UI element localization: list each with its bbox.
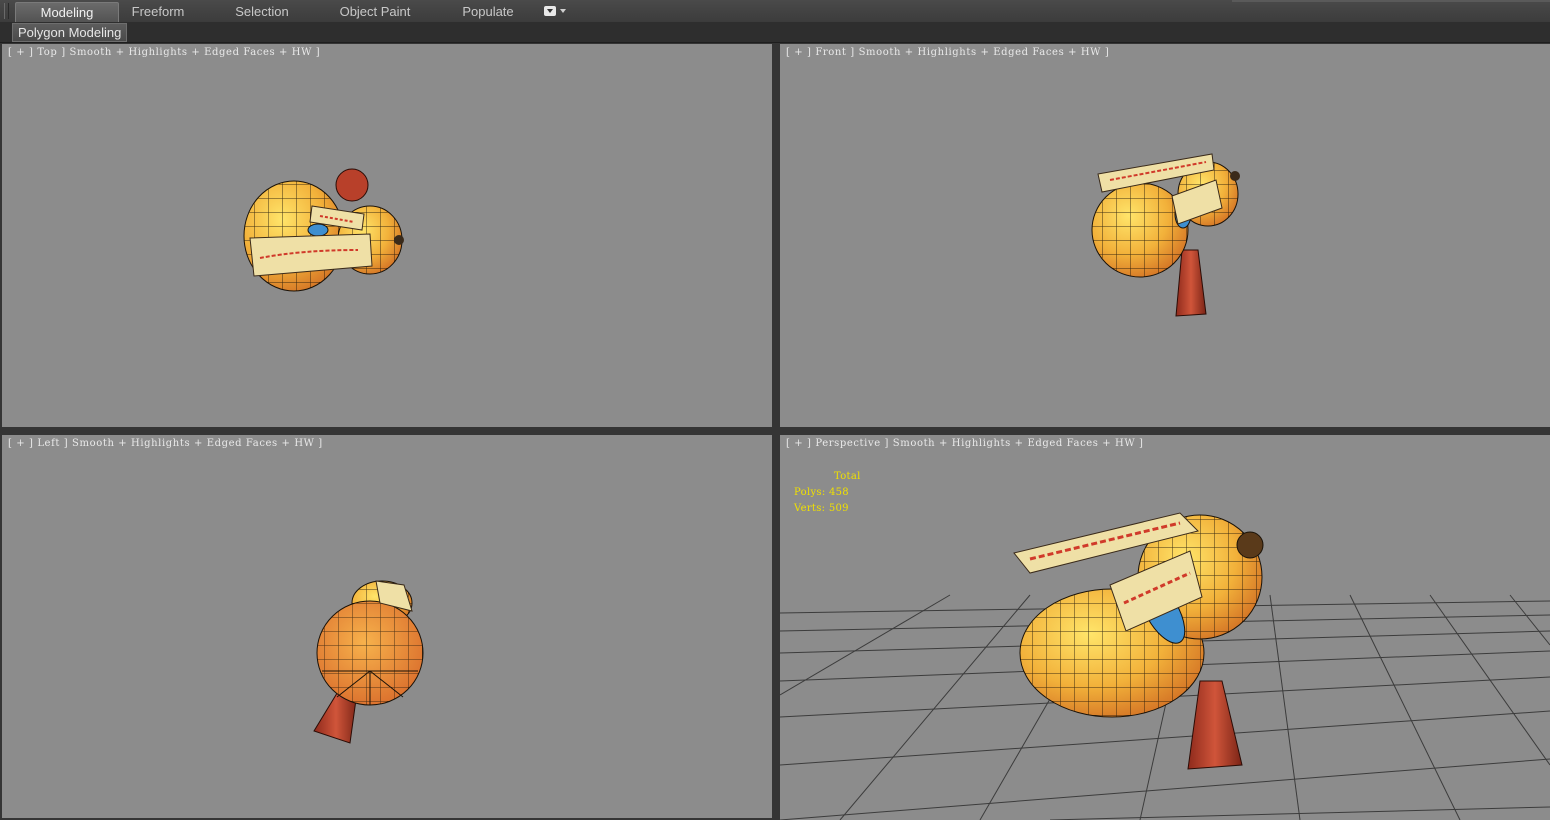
viewport-left[interactable]: [ + ] Left ] Smooth + Highlights + Edged… bbox=[2, 435, 772, 818]
tab-freeform[interactable]: Freeform bbox=[118, 2, 198, 21]
polygon-modeling-panel-button[interactable]: Polygon Modeling bbox=[12, 23, 128, 42]
gourd-model-front bbox=[1091, 153, 1240, 317]
tab-modeling[interactable]: Modeling bbox=[15, 2, 119, 22]
viewport-perspective[interactable]: [ + ] Perspective ] Smooth + Highlights … bbox=[780, 435, 1550, 820]
minimize-ribbon-icon bbox=[544, 6, 556, 16]
tab-selection[interactable]: Selection bbox=[222, 2, 302, 21]
ribbon-grip[interactable] bbox=[4, 3, 9, 19]
ribbon-divider bbox=[1232, 0, 1550, 2]
chevron-down-icon bbox=[560, 9, 566, 13]
viewport-top[interactable]: [ + ] Top ] Smooth + Highlights + Edged … bbox=[2, 44, 772, 427]
ribbon-tab-bar: Modeling Freeform Selection Object Paint… bbox=[0, 0, 1550, 23]
tab-populate[interactable]: Populate bbox=[452, 2, 524, 21]
viewport-front[interactable]: [ + ] Front ] Smooth + Highlights + Edge… bbox=[780, 44, 1550, 427]
ribbon-panel: Polygon Modeling bbox=[0, 22, 1550, 43]
tab-object-paint[interactable]: Object Paint bbox=[332, 2, 418, 21]
gourd-model-top bbox=[243, 168, 404, 292]
perspective-scene bbox=[780, 512, 1550, 820]
ribbon-options-dropdown[interactable] bbox=[544, 6, 568, 17]
gourd-model-left bbox=[313, 580, 424, 744]
